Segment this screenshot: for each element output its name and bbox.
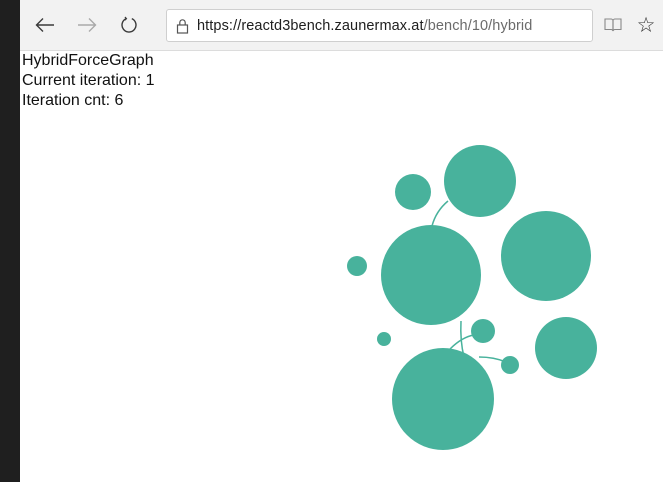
graph-link — [431, 200, 449, 227]
page-content: HybridForceGraph Current iteration: 1 It… — [22, 51, 663, 482]
graph-node[interactable] — [471, 319, 495, 343]
graph-node[interactable] — [392, 348, 494, 450]
graph-node[interactable] — [501, 356, 519, 374]
book-icon — [604, 18, 622, 32]
arrow-right-icon — [78, 18, 97, 32]
graph-node[interactable] — [535, 317, 597, 379]
lock-icon[interactable] — [167, 10, 197, 41]
star-icon[interactable]: ☆ — [632, 11, 660, 39]
arrow-left-icon — [35, 18, 54, 32]
refresh-icon — [121, 16, 137, 33]
graph-node[interactable] — [347, 256, 367, 276]
back-button[interactable] — [30, 10, 60, 40]
address-bar[interactable]: https://reactd3bench.zaunermax.at/bench/… — [166, 9, 593, 42]
graph-node[interactable] — [377, 332, 391, 346]
browser-toolbar: https://reactd3bench.zaunermax.at/bench/… — [20, 0, 663, 51]
force-graph[interactable] — [22, 51, 663, 482]
url-text[interactable]: https://reactd3bench.zaunermax.at/bench/… — [197, 18, 532, 34]
forward-button[interactable] — [72, 10, 102, 40]
refresh-button[interactable] — [114, 10, 144, 40]
graph-node[interactable] — [381, 225, 481, 325]
graph-node[interactable] — [395, 174, 431, 210]
url-path: /bench/10/hybrid — [423, 17, 533, 34]
graph-node[interactable] — [501, 211, 591, 301]
graph-node[interactable] — [444, 145, 516, 217]
reading-view-button[interactable] — [601, 13, 625, 37]
url-host: https://reactd3bench.zaunermax.at — [197, 17, 424, 34]
window-left-edge — [0, 0, 20, 482]
